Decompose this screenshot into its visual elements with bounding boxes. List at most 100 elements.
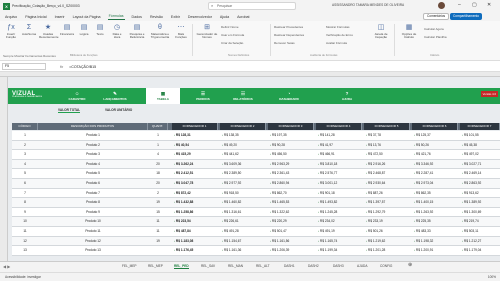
cell-descricao[interactable]: Produto 8 [38,198,148,208]
cell-descricao[interactable]: Produto 1 [38,131,148,141]
error-checking-button[interactable]: Verificação de Erros [326,33,353,37]
cell-fornecedor-7[interactable]: ▪R$ 1.300,69 [460,208,500,218]
cell-fornecedor-6[interactable]: ▪R$ 483,33 [412,227,458,237]
cell-fornecedor-3[interactable]: ▪R$ 862,70 [268,189,314,199]
cell-quant[interactable]: 11 [148,217,168,227]
cell-fornecedor-3[interactable]: ▪R$ 2.361,43 [268,169,314,179]
cell-codigo[interactable]: 2 [12,141,38,151]
cell-codigo[interactable]: 4 [12,160,38,170]
fx-icon[interactable]: fx [60,64,63,69]
cell-codigo[interactable]: 5 [12,169,38,179]
cell-fornecedor-2[interactable]: ▪R$ 1.161,36 [220,246,266,256]
cell-fornecedor-2[interactable]: ▪R$ 441,62 [220,150,266,160]
cell-fornecedor-2[interactable]: ▪R$ 1.154,67 [220,237,266,247]
cell-codigo[interactable]: 12 [12,237,38,247]
cell-fornecedor-2[interactable]: ▪R$ 918,50 [220,189,266,199]
menu-exibir[interactable]: Exibir [170,14,181,20]
lookup-button[interactable]: ▤ Pesquisa e Referência [127,24,147,40]
share-button[interactable]: Compartilhamento [450,13,483,20]
name-box[interactable]: F5 [2,63,46,70]
cell-fornecedor-7[interactable]: ▪R$ 1.179,04 [460,246,500,256]
calculate-sheet-button[interactable]: Calcular Planilha [424,35,447,39]
table-row[interactable]: 11 Produto 11 11 ▪R$ 487,84 ▪R$ 491,28 ▪R$ 50… [12,227,500,237]
cell-fornecedor-6[interactable]: ▪R$ 50,26 [412,141,458,151]
sheet-nav-arrows-icon[interactable]: ◀ ▶ [3,264,10,269]
cell-fornecedor-7[interactable]: ▪R$ 219,74 [460,217,500,227]
cell-codigo[interactable]: 3 [12,150,38,160]
cell-fornecedor-6[interactable]: ▪R$ 862,35 [412,189,458,199]
cell-fornecedor-6[interactable]: ▪R$ 225,35 [412,217,458,227]
cell-fornecedor-3[interactable]: ▪R$ 90,28 [268,141,314,151]
cell-fornecedor-7[interactable]: ▪R$ 3.027,71 [460,160,500,170]
cell-fornecedor-1[interactable]: ▪R$ 3.262,24 [172,160,218,170]
table-row[interactable]: 3 Produto 3 4 ▪R$ 415,29 ▪R$ 441,62 ▪R$ 456,5… [12,150,500,160]
calculate-now-button[interactable]: Calcular Agora [424,27,444,31]
cell-fornecedor-4[interactable]: ▪R$ 1.199,34 [316,246,362,256]
maximize-icon[interactable]: ▢ [472,2,477,8]
cell-fornecedor-3[interactable]: ▪R$ 2.860,94 [268,179,314,189]
insert-function-button[interactable]: ƒx Inserir Função [3,24,19,40]
cell-fornecedor-2[interactable]: ▪R$ 491,28 [220,227,266,237]
menu-dados[interactable]: Dados [131,14,143,20]
table-row[interactable]: 2 Produto 2 1 ▪R$ 40,54 ▪R$ 49,20 ▪R$ 90,28 ▪R… [12,140,500,151]
cell-fornecedor-4[interactable]: ▪R$ 491,19 [316,227,362,237]
cell-quant[interactable]: 18 [148,169,168,179]
cell-fornecedor-1[interactable]: ▪R$ 872,42 [172,189,218,199]
evaluate-formula-button[interactable]: Avaliar Fórmula [326,41,347,45]
cell-codigo[interactable]: 10 [12,217,38,227]
define-name-button[interactable]: Definir Nome [221,25,239,29]
calc-options-button[interactable]: ▦ Opções de Cálculo [398,24,420,40]
cell-fornecedor-6[interactable]: ▪R$ 1.200,91 [412,246,458,256]
cell-quant[interactable]: 2 [148,189,168,199]
table-row[interactable]: 4 Produto 4 20 ▪R$ 3.262,24 ▪R$ 3.609,36 ▪R$ … [12,159,500,170]
cell-quant[interactable]: 4 [148,150,168,160]
financial-button[interactable]: ▤ Financeira [59,24,75,36]
cell-fornecedor-1[interactable]: ▪R$ 415,29 [172,150,218,160]
table-row[interactable]: 8 Produto 8 19 ▪R$ 1.432,88 ▪R$ 1.460,82 ▪R$ … [12,198,500,208]
nav-pedidos[interactable]: ☰ PEDIDOS [186,88,220,104]
cell-fornecedor-5[interactable]: ▪R$ 2.468,87 [364,169,410,179]
cell-codigo[interactable]: 7 [12,189,38,199]
cell-descricao[interactable]: Produto 12 [38,237,148,247]
cell-fornecedor-7[interactable]: ▪R$ 913,62 [460,189,500,199]
tab-valor-total[interactable]: VALOR TOTAL [58,108,81,113]
cell-fornecedor-3[interactable]: ▪R$ 1.206,39 [268,246,314,256]
cell-quant[interactable]: 19 [148,237,168,247]
cell-fornecedor-4[interactable]: ▪R$ 1.245,28 [316,208,362,218]
cell-quant[interactable] [148,246,168,256]
menu-arquivo[interactable]: Arquivo [4,14,18,20]
cell-fornecedor-4[interactable]: ▪R$ 234,02 [316,217,362,227]
autosum-button[interactable]: Σ AutoSoma [21,24,37,36]
cell-descricao[interactable]: Produto 11 [38,227,148,237]
trace-precedents-button[interactable]: Rastrear Precedentes [274,25,303,29]
menu-desenvolvedor[interactable]: Desenvolvedor [187,14,213,20]
sheet-tab[interactable]: DASH1 [284,264,295,268]
cell-fornecedor-3[interactable]: ▪R$ 1.161,56 [268,237,314,247]
cell-fornecedor-6[interactable]: ▪R$ 1.198,32 [412,237,458,247]
cell-fornecedor-3[interactable]: ▪R$ 1.465,53 [268,198,314,208]
sheet-tab[interactable]: CONFIG [380,264,392,268]
always-show-recent-toggle[interactable]: Sempre Mostrar Ferramentas Recentes [3,54,56,58]
cell-fornecedor-5[interactable]: ▪R$ 13,76 [364,141,410,151]
cell-fornecedor-7[interactable]: ▪R$ 1.389,92 [460,198,500,208]
nav-cadastro[interactable]: ☺ CADASTRO [60,88,94,104]
cell-fornecedor-7[interactable]: ▪R$ 503,11 [460,227,500,237]
sheet-tab[interactable]: REL_ALT [256,264,270,268]
cell-quant[interactable]: 20 [148,179,168,189]
cell-quant[interactable]: 1 [148,141,168,151]
avatar[interactable] [438,2,445,9]
cell-fornecedor-2[interactable]: ▪R$ 1.460,82 [220,198,266,208]
sheet-tab[interactable]: AJUDA [357,264,367,268]
cell-codigo[interactable]: 8 [12,198,38,208]
nav-ajuda[interactable]: ? AJUDA [330,88,364,104]
sheet-tab[interactable]: DASH2 [308,264,319,268]
cell-codigo[interactable]: 1 [12,131,38,141]
sheet-tab[interactable]: REL_MAN [228,264,243,268]
menu-pagina-inicial[interactable]: Página Inicial [24,14,47,20]
math-button[interactable]: θ Matemática e Trigonometria [149,24,171,40]
cell-fornecedor-1[interactable]: ▪R$ 1.183,08 [172,237,218,247]
nav-lancamentos[interactable]: ✎ LANÇAMENTOS [98,88,132,104]
add-sheet-icon[interactable]: ⊕ [408,262,412,268]
cell-fornecedor-4[interactable]: ▪R$ 1.493,82 [316,198,362,208]
logical-button[interactable]: ▤ Lógica [77,24,91,36]
